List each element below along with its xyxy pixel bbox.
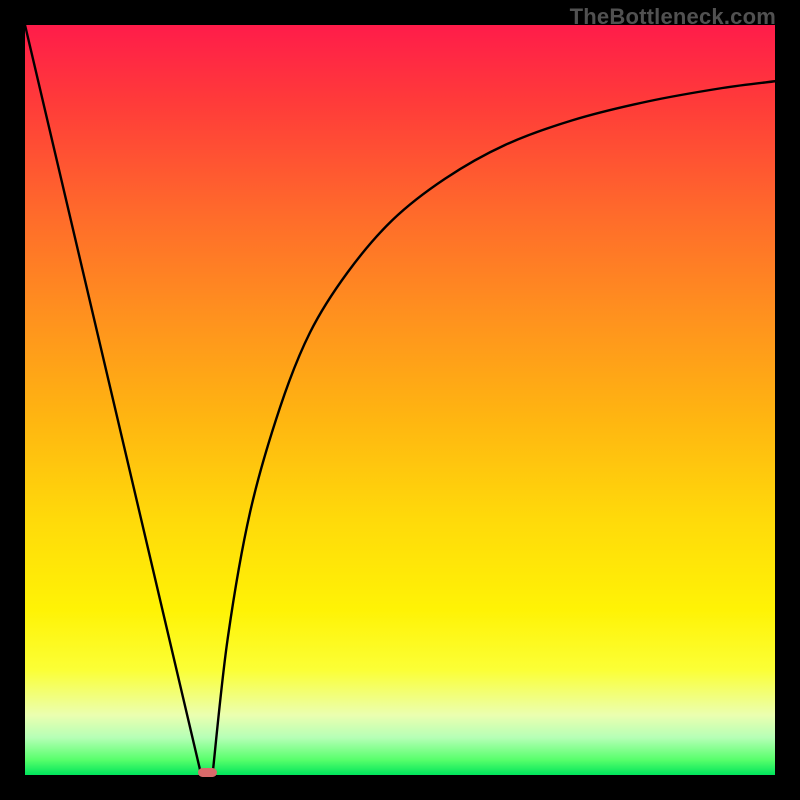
plot-area xyxy=(25,25,775,775)
chart-frame: TheBottleneck.com xyxy=(0,0,800,800)
curve-svg xyxy=(25,25,775,775)
curve-left-branch xyxy=(25,25,201,775)
minimum-marker xyxy=(198,768,218,777)
curve-right-branch xyxy=(213,81,776,775)
watermark-text: TheBottleneck.com xyxy=(570,4,776,30)
